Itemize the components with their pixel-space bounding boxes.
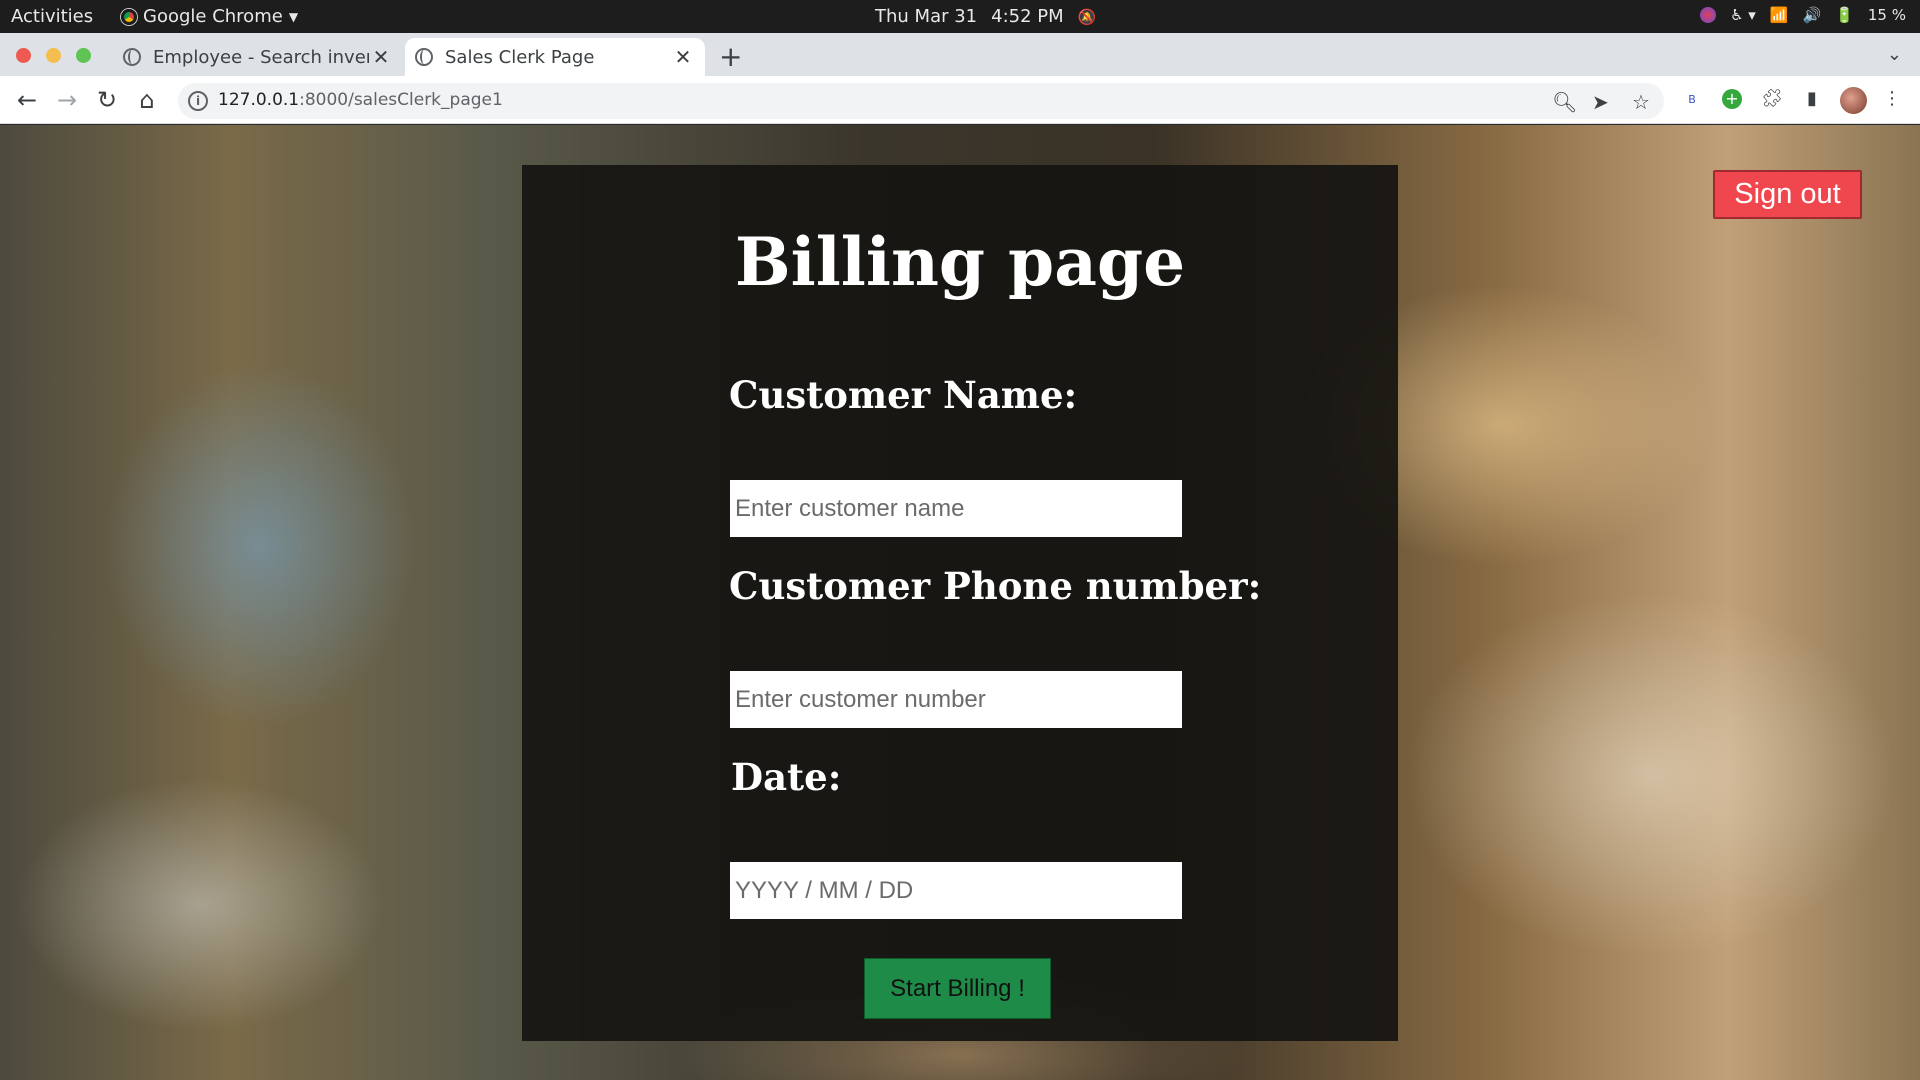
- reload-button[interactable]: ↻: [93, 86, 121, 114]
- clock[interactable]: Thu Mar 31 4:52 PM 🔕: [875, 6, 1096, 27]
- customer-name-label: Customer Name:: [729, 373, 1078, 417]
- accessibility-icon: ♿ ▾: [1730, 6, 1756, 24]
- app-indicator-icon: [1700, 7, 1717, 23]
- globe-icon: [123, 48, 141, 66]
- back-button[interactable]: ←: [13, 86, 41, 114]
- extension-plus-icon[interactable]: +: [1720, 88, 1744, 112]
- bookmark-star-icon[interactable]: ☆: [1632, 90, 1650, 114]
- new-tab-button[interactable]: +: [719, 40, 742, 73]
- side-panel-icon[interactable]: ▮: [1800, 88, 1824, 112]
- url-text[interactable]: 127.0.0.1:8000/salesClerk_page1: [218, 90, 503, 110]
- tab-title: Sales Clerk Page: [445, 46, 595, 68]
- extension-b-icon[interactable]: B: [1680, 88, 1704, 112]
- info-icon[interactable]: i: [188, 91, 208, 111]
- url-path: :8000/salesClerk_page1: [299, 90, 503, 110]
- home-button[interactable]: ⌂: [133, 86, 161, 114]
- wifi-icon: 📶: [1769, 6, 1789, 24]
- tab-employee-search[interactable]: Employee - Search inveno ✕: [113, 38, 403, 76]
- extensions-puzzle-icon[interactable]: 🧩︎: [1760, 88, 1784, 112]
- clock-time: 4:52 PM: [991, 6, 1064, 27]
- zoom-icon[interactable]: 🔍︎: [1552, 90, 1577, 114]
- url-host: 127.0.0.1: [218, 90, 300, 110]
- volume-icon: 🔊: [1802, 6, 1822, 24]
- forward-button[interactable]: →: [53, 86, 81, 114]
- close-window-button[interactable]: [16, 48, 31, 63]
- battery-level: 15 %: [1867, 6, 1906, 24]
- system-tray[interactable]: ♿ ▾ 📶 🔊 🔋 15 %: [1700, 6, 1906, 24]
- close-tab-icon[interactable]: ✕: [671, 45, 695, 69]
- tab-search-chevron-icon[interactable]: ⌄: [1887, 44, 1902, 65]
- os-top-bar: Activities Google Chrome ▼ Thu Mar 31 4:…: [0, 0, 1920, 33]
- date-label: Date:: [731, 755, 842, 799]
- globe-icon: [415, 48, 433, 66]
- tab-strip: Employee - Search inveno ✕ Sales Clerk P…: [0, 33, 1920, 76]
- activities-button[interactable]: Activities: [11, 6, 93, 27]
- app-menu-label: Google Chrome: [143, 6, 283, 27]
- maximize-window-button[interactable]: [76, 48, 91, 63]
- minimize-window-button[interactable]: [46, 48, 61, 63]
- page-title: Billing page: [734, 223, 1186, 301]
- sign-out-button[interactable]: Sign out: [1713, 170, 1862, 219]
- customer-phone-label: Customer Phone number:: [729, 564, 1262, 608]
- close-tab-icon[interactable]: ✕: [369, 45, 393, 69]
- notifications-off-icon: 🔕: [1077, 7, 1097, 26]
- chevron-down-icon: ▼: [288, 9, 299, 24]
- page-viewport: Sign out Billing page Customer Name: Cus…: [0, 125, 1920, 1080]
- chrome-icon: [121, 8, 137, 25]
- address-bar[interactable]: i 127.0.0.1:8000/salesClerk_page1 🔍︎ ➤ ☆: [178, 83, 1664, 119]
- send-icon[interactable]: ➤: [1592, 90, 1609, 114]
- tab-title: Employee - Search inveno: [153, 46, 369, 68]
- kebab-menu-icon[interactable]: ⋮: [1880, 88, 1904, 112]
- date-input[interactable]: [730, 862, 1182, 919]
- profile-avatar[interactable]: [1840, 87, 1867, 114]
- customer-name-input[interactable]: [730, 480, 1182, 537]
- customer-phone-input[interactable]: [730, 671, 1182, 728]
- tab-sales-clerk[interactable]: Sales Clerk Page ✕: [405, 38, 705, 76]
- browser-toolbar: ← → ↻ ⌂ i 127.0.0.1:8000/salesClerk_page…: [0, 76, 1920, 124]
- clock-date: Thu Mar 31: [875, 6, 978, 27]
- app-menu[interactable]: Google Chrome ▼: [121, 6, 298, 27]
- start-billing-button[interactable]: Start Billing !: [864, 958, 1051, 1019]
- battery-icon: 🔋: [1835, 6, 1854, 24]
- billing-form-card: Billing page Customer Name: Customer Pho…: [522, 165, 1398, 1041]
